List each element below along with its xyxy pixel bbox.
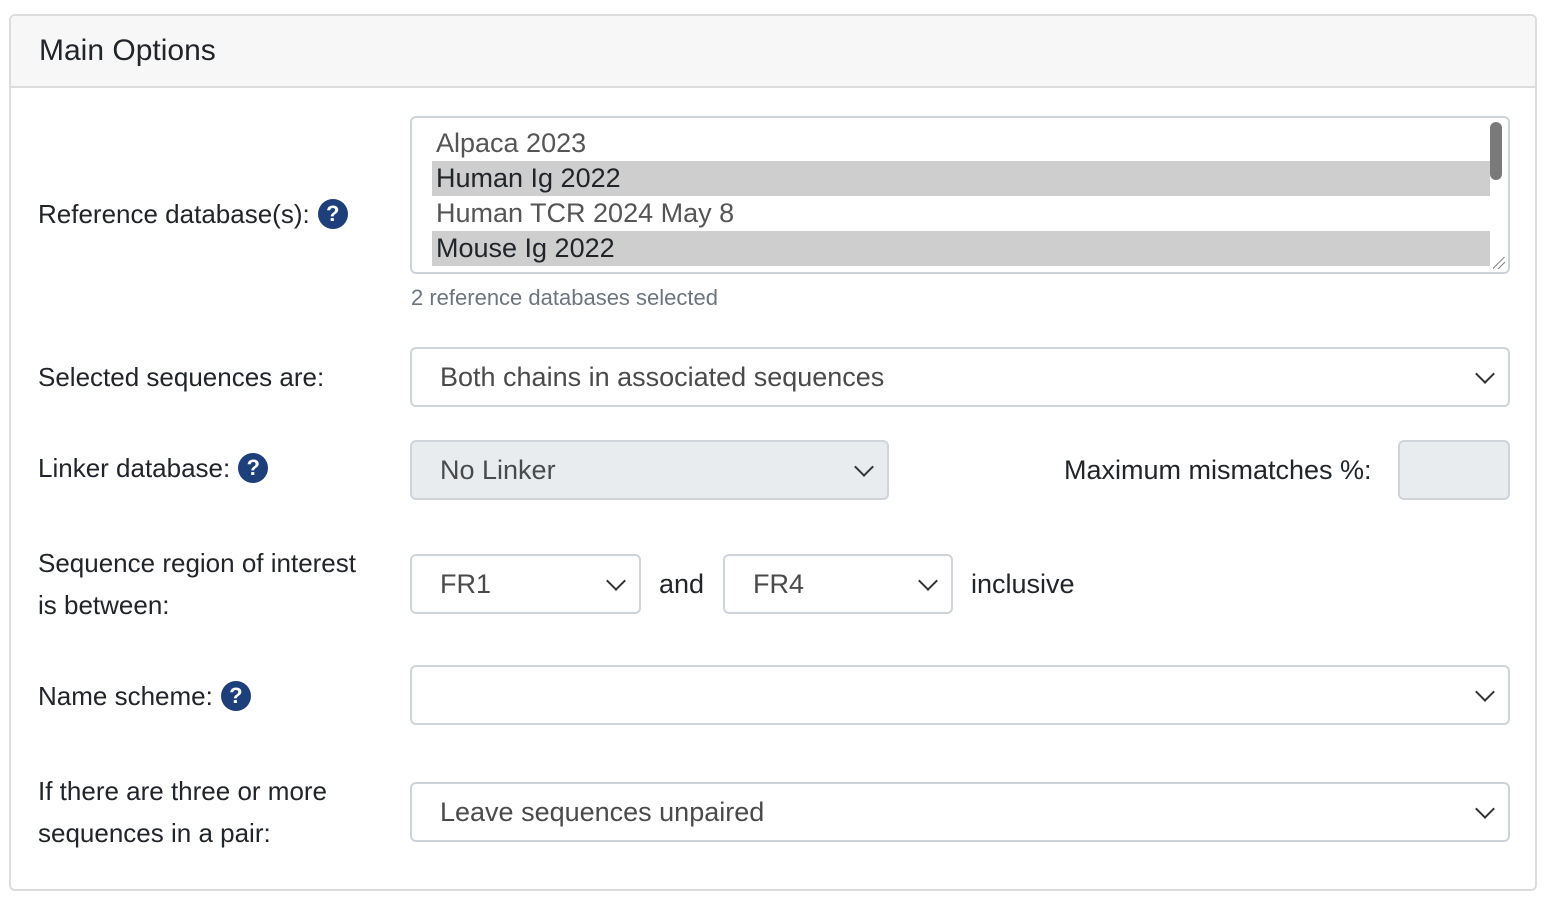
reference-help-icon[interactable]: ? [317,199,348,229]
multi-pair-label-line2: sequences in a pair: [38,818,271,848]
chevron-down-icon [1475,682,1495,702]
selected-sequences-value: Both chains in associated sequences [440,361,885,392]
name-scheme-label: Name scheme:? [38,675,251,717]
linker-help-icon[interactable]: ? [238,453,269,483]
listbox-scrollbar[interactable] [1490,122,1502,180]
region-from-select[interactable]: FR1 [410,554,641,614]
listbox-option-alpaca[interactable]: Alpaca 2023 [432,126,1490,161]
name-scheme-select[interactable] [410,665,1510,725]
listbox-option-mouse-ig[interactable]: Mouse Ig 2022 [432,231,1490,266]
linker-database-select[interactable]: No Linker [410,440,889,500]
chevron-down-icon [918,571,938,591]
chevron-down-icon [606,571,626,591]
name-scheme-help-icon[interactable]: ? [220,681,251,711]
chevron-down-icon [1475,364,1495,384]
region-to-value: FR4 [753,568,805,599]
region-label-line2: is between: [38,590,170,620]
region-to-select[interactable]: FR4 [723,554,953,614]
chevron-down-icon [1475,799,1495,819]
panel-title: Main Options [11,16,1535,88]
selected-sequences-select[interactable]: Both chains in associated sequences [410,347,1510,407]
resize-grip-icon[interactable] [1493,257,1505,269]
max-mismatches-label: Maximum mismatches %: [1064,455,1372,485]
reference-selection-status: 2 reference databases selected [411,285,718,310]
region-and-text: and [659,569,705,599]
listbox-option-human-ig[interactable]: Human Ig 2022 [432,161,1490,196]
reference-database-listbox[interactable]: Alpaca 2023 Human Ig 2022 Human TCR 2024… [410,116,1510,274]
max-mismatches-input[interactable] [1398,440,1510,500]
region-label-line1: Sequence region of interest [38,548,356,578]
listbox-option-human-tcr[interactable]: Human TCR 2024 May 8 [432,196,1490,231]
region-from-value: FR1 [440,568,492,599]
multi-pair-value: Leave sequences unpaired [440,796,765,827]
chevron-down-icon [854,457,874,477]
selected-sequences-label: Selected sequences are: [38,362,325,392]
reference-database-label: Reference database(s):? [38,193,348,235]
region-inclusive-text: inclusive [971,569,1075,599]
linker-database-label: Linker database:? [38,447,269,489]
multi-pair-select[interactable]: Leave sequences unpaired [410,782,1510,842]
multi-pair-label-line1: If there are three or more [38,776,328,806]
linker-database-value: No Linker [440,454,556,485]
